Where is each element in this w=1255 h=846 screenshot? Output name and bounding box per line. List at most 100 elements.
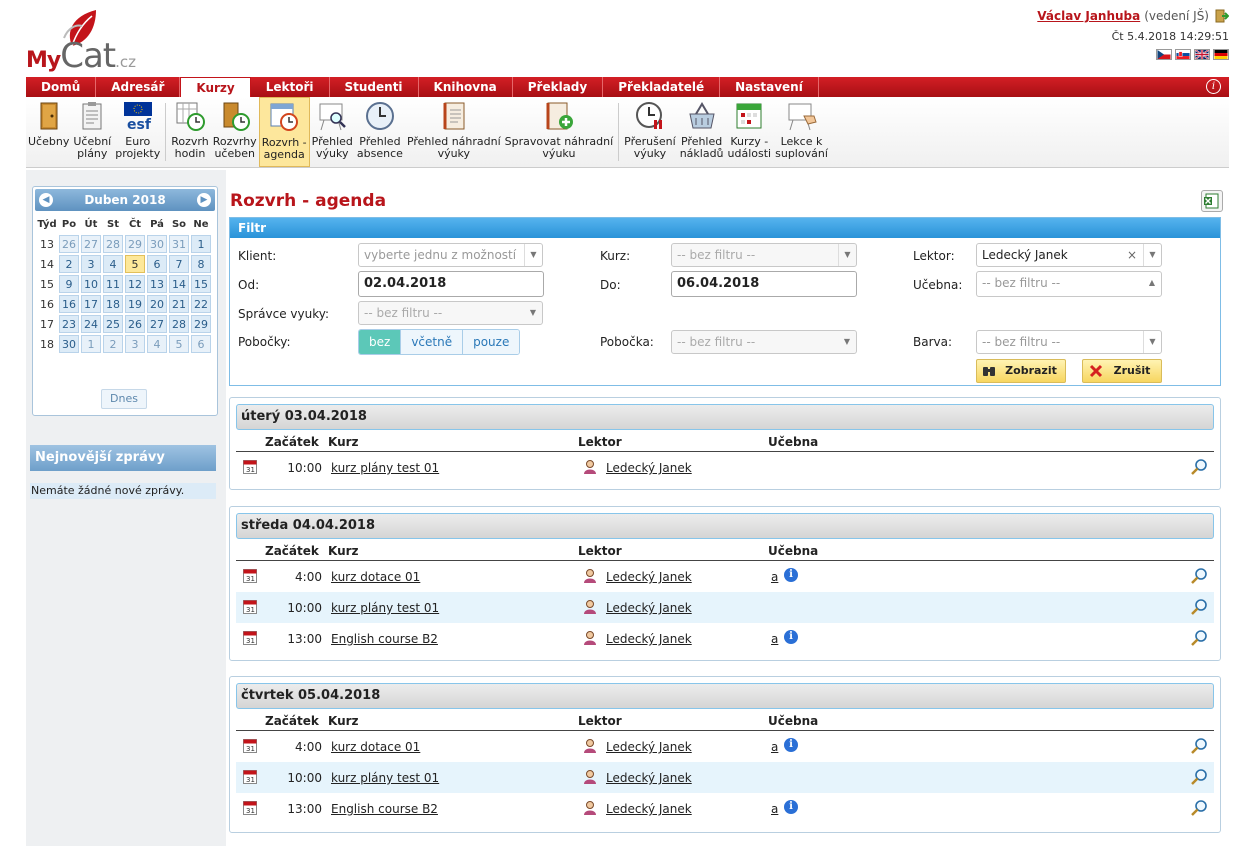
date-to-input[interactable]: 06.04.2018	[671, 271, 857, 297]
nav-tab-studenti[interactable]: Studenti	[330, 77, 419, 97]
calendar-day[interactable]: 11	[103, 275, 123, 293]
german-flag-icon[interactable]	[1213, 49, 1229, 60]
tool-kurzy-udalosti[interactable]: Kurzy - události	[726, 97, 774, 167]
magnifier-icon[interactable]	[1190, 567, 1208, 585]
calendar-day[interactable]: 31	[169, 235, 189, 253]
export-excel-button[interactable]	[1201, 190, 1223, 212]
tool-ucebny[interactable]: Učebny	[26, 97, 71, 167]
calendar-day[interactable]: 29	[125, 235, 145, 253]
calendar-day[interactable]: 30	[59, 335, 79, 353]
calendar-day[interactable]: 23	[59, 315, 79, 333]
tool-lekce-k-suplovani[interactable]: Lekce k suplování	[773, 97, 830, 167]
lector-link[interactable]: Ledecký Janek	[606, 771, 692, 785]
room-info-icon[interactable]: i	[784, 630, 798, 644]
lector-link[interactable]: Ledecký Janek	[606, 570, 692, 584]
room-link[interactable]: a	[771, 632, 778, 646]
lector-select[interactable]: Ledecký Janek × ▼	[976, 243, 1162, 267]
calendar-day[interactable]: 25	[103, 315, 123, 333]
calendar-day[interactable]: 17	[81, 295, 101, 313]
magnifier-icon[interactable]	[1190, 737, 1208, 755]
course-link[interactable]: kurz plány test 01	[331, 601, 439, 615]
calendar-day[interactable]: 6	[191, 335, 211, 353]
calendar-day[interactable]: 28	[103, 235, 123, 253]
tool-rozvrh-hodin[interactable]: Rozvrh hodin	[169, 97, 210, 167]
calendar-day[interactable]: 18	[103, 295, 123, 313]
client-select[interactable]: vyberte jednu z možností ▼	[358, 243, 543, 267]
calendar-day[interactable]: 30	[147, 235, 167, 253]
magnifier-icon[interactable]	[1190, 629, 1208, 647]
course-link[interactable]: English course B2	[331, 802, 438, 816]
calendar-day[interactable]: 5	[169, 335, 189, 353]
calendar-day[interactable]: 7	[169, 255, 189, 273]
branch-select[interactable]: -- bez filtru -- ▼	[671, 330, 857, 354]
calendar-day[interactable]: 19	[125, 295, 145, 313]
course-link[interactable]: English course B2	[331, 632, 438, 646]
lector-link[interactable]: Ledecký Janek	[606, 740, 692, 754]
course-select[interactable]: -- bez filtru -- ▼	[671, 243, 857, 267]
lector-link[interactable]: Ledecký Janek	[606, 632, 692, 646]
tool-prehled-nakladu[interactable]: Přehled nákladů	[678, 97, 726, 167]
room-info-icon[interactable]: i	[784, 800, 798, 814]
calendar-day[interactable]: 3	[81, 255, 101, 273]
tool-rozvrh-agenda[interactable]: Rozvrh - agenda	[258, 97, 310, 167]
czech-flag-icon[interactable]	[1156, 49, 1172, 60]
course-link[interactable]: kurz plány test 01	[331, 461, 439, 475]
info-icon[interactable]: i	[1206, 79, 1221, 94]
manager-select[interactable]: -- bez filtru -- ▼	[358, 301, 543, 325]
room-link[interactable]: a	[771, 570, 778, 584]
tool-preruseni-vyuky[interactable]: Přerušení výuky	[622, 97, 678, 167]
tool-ucebni-plany[interactable]: Učební plány	[71, 97, 113, 167]
calendar-day[interactable]: 20	[147, 295, 167, 313]
course-link[interactable]: kurz dotace 01	[331, 570, 420, 584]
tool-prehled-vyuky[interactable]: Přehled výuky	[310, 97, 355, 167]
calendar-day[interactable]: 27	[81, 235, 101, 253]
calendar-day[interactable]: 9	[59, 275, 79, 293]
lector-link[interactable]: Ledecký Janek	[606, 802, 692, 816]
logout-icon[interactable]	[1213, 8, 1229, 24]
user-name-link[interactable]: Václav Janhuba	[1037, 9, 1140, 23]
calendar-next-month-icon[interactable]: ▶	[197, 193, 211, 207]
calendar-day[interactable]: 26	[59, 235, 79, 253]
tool-spravovat-nahradni-vyuku[interactable]: Spravovat náhradní výuku	[503, 97, 616, 167]
branches-option-pouze[interactable]: pouze	[463, 330, 520, 354]
cancel-button[interactable]: Zrušit	[1082, 359, 1162, 383]
magnifier-icon[interactable]	[1190, 768, 1208, 786]
room-info-icon[interactable]: i	[784, 568, 798, 582]
magnifier-icon[interactable]	[1190, 458, 1208, 476]
calendar-day[interactable]: 21	[169, 295, 189, 313]
course-link[interactable]: kurz plány test 01	[331, 771, 439, 785]
course-link[interactable]: kurz dotace 01	[331, 740, 420, 754]
tool-euro-projekty[interactable]: esf Euro projekty	[113, 97, 162, 167]
room-info-icon[interactable]: i	[784, 738, 798, 752]
calendar-day[interactable]: 2	[103, 335, 123, 353]
tool-prehled-absence[interactable]: Přehled absence	[355, 97, 405, 167]
calendar-day[interactable]: 12	[125, 275, 145, 293]
nav-tab-domu[interactable]: Domů	[26, 77, 97, 97]
calendar-day[interactable]: 3	[125, 335, 145, 353]
branches-option-vcetne[interactable]: včetně	[401, 330, 464, 354]
nav-tab-adresar[interactable]: Adresář	[96, 77, 181, 97]
nav-tab-preklady[interactable]: Překlady	[513, 77, 604, 97]
tool-rozvrhy-uceben[interactable]: Rozvrhy učeben	[211, 97, 259, 167]
calendar-day[interactable]: 28	[169, 315, 189, 333]
room-select[interactable]: -- bez filtru -- ▲	[976, 271, 1162, 297]
color-select[interactable]: -- bez filtru -- ▼	[976, 330, 1162, 354]
calendar-day[interactable]: 1	[81, 335, 101, 353]
calendar-day[interactable]: 15	[191, 275, 211, 293]
magnifier-icon[interactable]	[1190, 598, 1208, 616]
nav-tab-nastaveni[interactable]: Nastavení	[720, 77, 819, 97]
date-from-input[interactable]: 02.04.2018	[358, 271, 544, 297]
nav-tab-prekladatele[interactable]: Překladatelé	[603, 77, 721, 97]
slovak-flag-icon[interactable]	[1175, 49, 1191, 60]
calendar-day[interactable]: 27	[147, 315, 167, 333]
show-button[interactable]: Zobrazit	[976, 359, 1066, 383]
calendar-day[interactable]: 13	[147, 275, 167, 293]
calendar-day[interactable]: 14	[169, 275, 189, 293]
uk-flag-icon[interactable]	[1194, 49, 1210, 60]
room-link[interactable]: a	[771, 740, 778, 754]
calendar-prev-month-icon[interactable]: ◀	[39, 193, 53, 207]
lector-link[interactable]: Ledecký Janek	[606, 601, 692, 615]
mycat-logo[interactable]: MyCat.cz	[26, 8, 136, 76]
calendar-day[interactable]: 6	[147, 255, 167, 273]
calendar-day[interactable]: 10	[81, 275, 101, 293]
